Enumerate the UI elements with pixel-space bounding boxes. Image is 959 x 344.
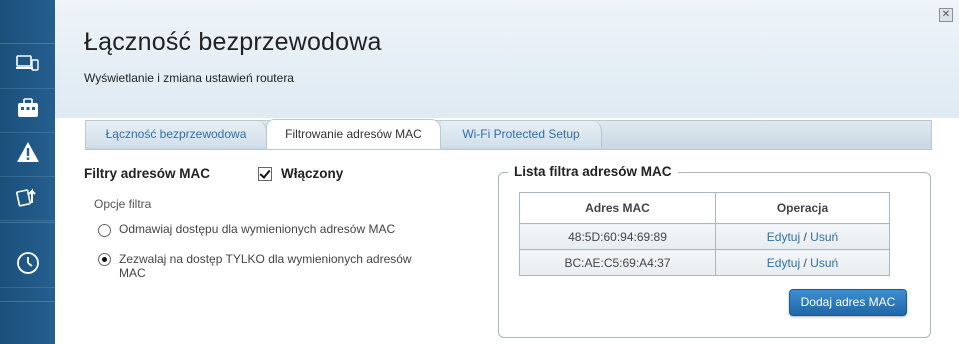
column-header-operation: Operacja (715, 192, 890, 224)
mac-table: Adres MAC Operacja 48:5D:60:94:69:89 Edy… (519, 192, 890, 276)
sidebar-item-updates[interactable] (0, 176, 55, 221)
allow-only-radio[interactable] (98, 253, 111, 266)
sidebar-item-schedule[interactable] (0, 243, 55, 288)
column-header-mac: Adres MAC (519, 192, 716, 224)
table-row: 48:5D:60:94:69:89 Edytuj / Usuń (519, 223, 890, 250)
tab-bar: Łączność bezprzewodowa Filtrowanie adres… (85, 119, 932, 150)
allow-only-option-label[interactable]: Zezwalaj na dostęp TYLKO dla wymienionyc… (119, 252, 424, 280)
close-icon[interactable]: ✕ (939, 8, 953, 22)
link-separator: / (800, 255, 811, 270)
main-panel: Łączność bezprzewodowa Wyświetlanie i zm… (55, 0, 959, 344)
update-icon (15, 185, 40, 212)
edit-link[interactable]: Edytuj (767, 230, 800, 244)
sidebar-item-tools[interactable] (0, 88, 55, 133)
mac-filters-title: Filtry adresów MAC (84, 166, 211, 181)
deny-option-label[interactable]: Odmawiaj dostępu dla wymienionych adresó… (119, 222, 395, 236)
sidebar-nav (0, 0, 55, 344)
operation-cell: Edytuj / Usuń (715, 249, 890, 276)
delete-link[interactable]: Usuń (810, 230, 838, 244)
page-title: Łączność bezprzewodowa (84, 28, 382, 56)
mac-address-cell: 48:5D:60:94:69:89 (519, 223, 716, 250)
tab-mac-filtering[interactable]: Filtrowanie adresów MAC (266, 119, 441, 149)
toolbox-icon (16, 97, 40, 124)
tab-wireless[interactable]: Łączność bezprzewodowa (86, 121, 267, 147)
sidebar-divider (0, 301, 55, 302)
filter-options-label: Opcje filtra (94, 197, 152, 211)
link-separator: / (800, 229, 811, 244)
operation-cell: Edytuj / Usuń (715, 223, 890, 250)
page-subtitle: Wyświetlanie i zmiana ustawień routera (84, 71, 294, 85)
sidebar-divider (0, 222, 55, 223)
mac-list-title: Lista filtra adresów MAC (508, 164, 678, 179)
enabled-checkbox[interactable] (258, 167, 272, 181)
page-header: Łączność bezprzewodowa Wyświetlanie i zm… (55, 0, 959, 118)
delete-link[interactable]: Usuń (810, 256, 838, 270)
table-header-row: Adres MAC Operacja (519, 192, 890, 224)
add-mac-button[interactable]: Dodaj adres MAC (789, 289, 907, 316)
clock-icon (16, 251, 40, 280)
sidebar-item-devices[interactable] (0, 44, 55, 89)
warning-icon (16, 141, 40, 168)
table-row: BC:AE:C5:69:A4:37 Edytuj / Usuń (519, 249, 890, 276)
enabled-label: Włączony (281, 166, 344, 181)
deny-radio[interactable] (98, 224, 111, 237)
edit-link[interactable]: Edytuj (767, 256, 800, 270)
devices-icon (15, 54, 40, 78)
sidebar-item-alerts[interactable] (0, 132, 55, 177)
mac-address-cell: BC:AE:C5:69:A4:37 (519, 249, 716, 276)
tab-wps[interactable]: Wi-Fi Protected Setup (441, 121, 602, 147)
